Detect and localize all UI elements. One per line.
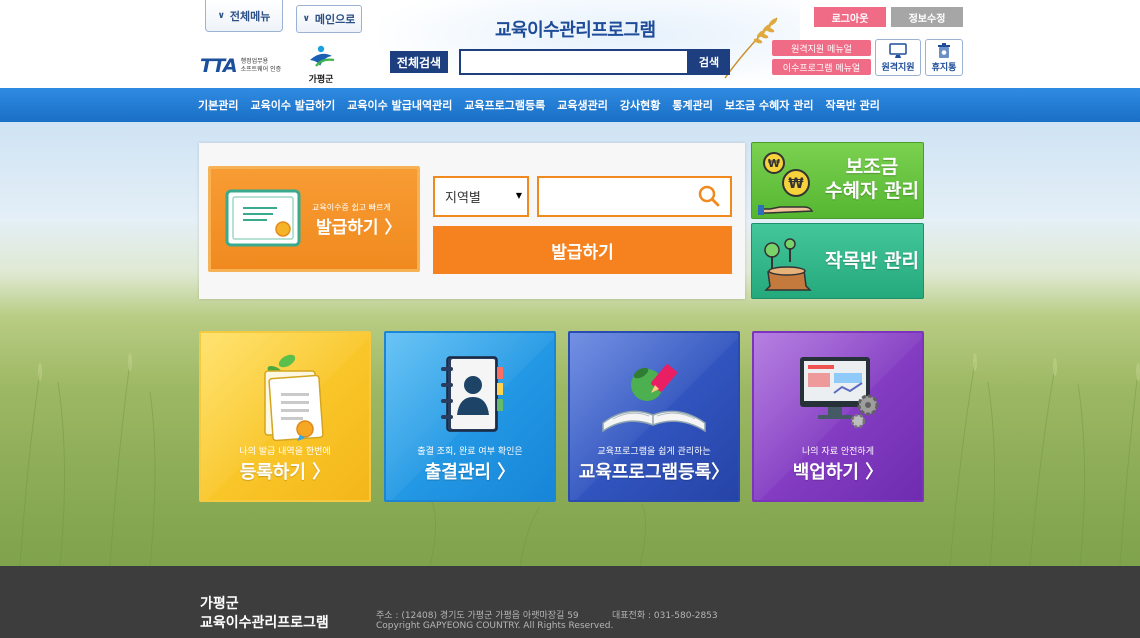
address-book-icon (441, 356, 503, 432)
program-register-tile-subtitle: 교육프로그램을 쉽게 관리하는 (597, 447, 711, 457)
tta-logo-text: 행정업무용 소프트웨어 인증 (241, 58, 282, 74)
subsidy-label-line1: 보조금 (845, 156, 899, 178)
certificate-icon (264, 354, 324, 441)
global-search-button[interactable]: 검색 (688, 49, 730, 75)
footer-copyright: Copyright GAPYEONG COUNTRY. All Rights R… (376, 621, 614, 631)
issue-button[interactable]: 발급하기 (433, 226, 732, 274)
attendance-tile-title: 출결관리 〉 (424, 462, 516, 483)
program-register-tile[interactable]: 교육프로그램을 쉽게 관리하는 교육프로그램등록〉 (568, 331, 740, 502)
backup-tile-title: 백업하기 〉 (792, 462, 884, 483)
tile-icon-wrap (386, 349, 554, 439)
all-menu-button[interactable]: ∨ 전체메뉴 (205, 0, 283, 32)
logout-button[interactable]: 로그아웃 (814, 7, 886, 27)
certificate-icon (225, 189, 301, 247)
nav-statistics[interactable]: 통계관리 (672, 97, 712, 113)
gapyeong-county-logo: 가평군 (300, 44, 342, 85)
subsidy-label-line2: 수혜자 관리 (824, 180, 919, 202)
monitor-icon (889, 43, 907, 58)
footer-address: 주소 : (12408) 경기도 가평군 가평읍 아랫마장길 59 (376, 611, 579, 621)
footer-org-line2: 교육이수관리프로그램 (200, 615, 329, 631)
svg-text:₩: ₩ (788, 176, 804, 192)
footer-org-line1: 가평군 (200, 596, 239, 612)
nav-program-register[interactable]: 교육프로그램등록 (464, 97, 545, 113)
county-logo-text: 가평군 (308, 75, 334, 85)
issue-card-title: 발급하기 〉 (316, 218, 402, 238)
main-page-button[interactable]: ∨ 메인으로 (296, 5, 362, 33)
program-register-tile-title: 교육프로그램등록〉 (578, 462, 730, 483)
tile-icon-wrap (201, 349, 369, 441)
coin-hand-icon: ₩ ₩ (758, 152, 814, 215)
subsidy-beneficiary-card[interactable]: ₩ ₩ 보조금 수혜자 관리 (751, 142, 924, 219)
svg-text:₩: ₩ (768, 157, 780, 170)
app-title: 교육이수관리프로그램 (495, 20, 656, 41)
trash-label: 휴지통 (931, 63, 957, 73)
nav-basic-management[interactable]: 기본관리 (198, 97, 238, 113)
issue-card-subtitle: 교육이수증 쉽고 빠르게 (312, 203, 391, 212)
nav-issue-history[interactable]: 교육이수 발급내역관리 (347, 97, 452, 113)
footer-phone: 대표전화 : 031-580-2853 (612, 611, 718, 621)
tta-certification-logo: TTA 행정업무용 소프트웨어 인증 (200, 55, 281, 77)
tta-text-line2: 소프트웨어 인증 (240, 66, 282, 73)
nav-crop-group[interactable]: 작목반 관리 (825, 97, 879, 113)
register-tile[interactable]: 나의 발급 내역을 한번에 등록하기 〉 (199, 331, 371, 502)
nav-trainee-management[interactable]: 교육생관리 (557, 97, 608, 113)
tree-stump-icon (764, 238, 812, 291)
tile-icon-wrap (754, 349, 922, 439)
attendance-tile-subtitle: 출결 조회, 완료 여부 확인은 (417, 447, 523, 457)
gapyeong-emblem-icon (310, 45, 335, 67)
tta-text-line1: 행정업무용 (240, 58, 269, 65)
nav-issue-certificate[interactable]: 교육이수 발급하기 (250, 97, 335, 113)
tile-icon-wrap (570, 349, 738, 439)
region-select-value: 지역별 (445, 191, 481, 206)
nav-instructor-status[interactable]: 강사현황 (620, 97, 660, 113)
region-select[interactable]: 지역별 ▼ (433, 176, 529, 217)
remote-support-manual-button[interactable]: 원격지원 메뉴얼 (772, 40, 871, 56)
trash-icon (938, 43, 950, 58)
book-pencil-icon (602, 364, 706, 433)
backup-tile[interactable]: 나의 자료 안전하게 백업하기 〉 (752, 331, 924, 502)
nav-subsidy-beneficiary[interactable]: 보조금 수혜자 관리 (725, 97, 814, 113)
search-icon[interactable] (697, 184, 721, 208)
edit-info-button[interactable]: 정보수정 (891, 7, 963, 27)
remote-support-label: 원격지원 (881, 63, 915, 73)
crop-group-card[interactable]: 작목반 관리 (751, 223, 924, 299)
crop-group-card-label: 작목반 관리 (824, 250, 919, 272)
subsidy-card-label: 보조금 수혜자 관리 (822, 155, 922, 203)
attendance-tile[interactable]: 출결 조회, 완료 여부 확인은 출결관리 〉 (384, 331, 556, 502)
global-search-input[interactable] (459, 49, 689, 75)
remote-support-button[interactable]: 원격지원 (875, 39, 921, 76)
main-page-label: 메인으로 (314, 13, 356, 26)
header: ∨ 전체메뉴 ∨ 메인으로 TTA 행정업무용 소프트웨어 인증 가평군 교육이… (0, 0, 1140, 88)
register-tile-subtitle: 나의 발급 내역을 한번에 (239, 447, 331, 457)
chevron-down-icon: ∨ (217, 10, 225, 21)
all-menu-label: 전체메뉴 (229, 9, 271, 23)
monitor-gear-icon (800, 357, 879, 429)
register-tile-title: 등록하기 〉 (239, 462, 331, 483)
main-navigation: 기본관리 교육이수 발급하기 교육이수 발급내역관리 교육프로그램등록 교육생관… (0, 88, 1140, 122)
trash-button[interactable]: 휴지통 (925, 39, 963, 76)
caret-down-icon: ▼ (515, 191, 522, 200)
global-search-label: 전체검색 (390, 51, 448, 73)
footer-organization: 가평군 교육이수관리프로그램 (200, 595, 329, 633)
program-manual-button[interactable]: 이수프로그램 메뉴얼 (772, 59, 871, 75)
tta-logo-mark: TTA (200, 55, 238, 77)
backup-tile-subtitle: 나의 자료 안전하게 (802, 447, 874, 457)
chevron-down-icon: ∨ (302, 14, 310, 24)
